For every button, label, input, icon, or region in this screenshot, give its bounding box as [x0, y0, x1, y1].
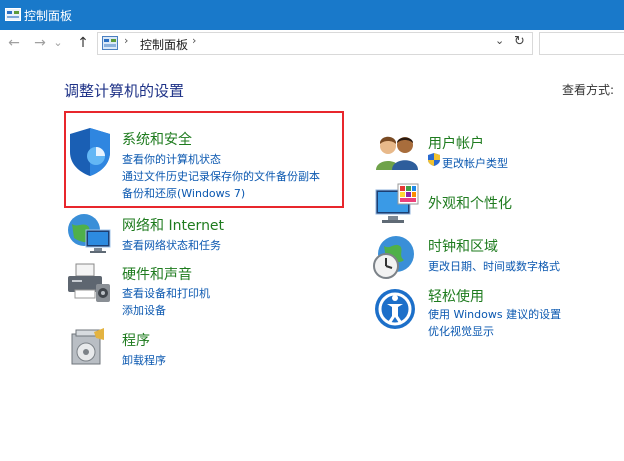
- category-hardware-sound[interactable]: 硬件和声音: [122, 264, 192, 284]
- category-appearance-personalization[interactable]: 外观和个性化: [428, 193, 512, 213]
- category-system-security[interactable]: 系统和安全: [122, 129, 192, 149]
- view-by-label[interactable]: 查看方式:: [562, 81, 614, 98]
- category-user-accounts[interactable]: 用户帐户: [428, 133, 484, 153]
- user-accounts-icon: [376, 136, 418, 170]
- link-change-account-type[interactable]: 更改帐户类型: [442, 155, 508, 171]
- category-clock-region[interactable]: 时钟和区域: [428, 236, 498, 256]
- link-devices-printers[interactable]: 查看设备和打印机: [122, 285, 210, 301]
- category-network-internet[interactable]: 网络和 Internet: [122, 215, 224, 235]
- recent-locations-button[interactable]: ⌄: [52, 34, 64, 52]
- link-optimize-visual-display[interactable]: 优化视觉显示: [428, 323, 494, 339]
- address-dropdown-button[interactable]: ⌄: [495, 34, 504, 47]
- title-bar: 控制面板: [0, 0, 624, 30]
- refresh-button[interactable]: ↻: [514, 34, 525, 49]
- breadcrumb-separator[interactable]: ›: [192, 34, 196, 47]
- category-ease-of-access[interactable]: 轻松使用: [428, 286, 484, 306]
- category-programs[interactable]: 程序: [122, 330, 150, 350]
- link-uninstall-program[interactable]: 卸载程序: [122, 352, 166, 368]
- link-view-computer-status[interactable]: 查看你的计算机状态: [122, 151, 221, 167]
- shield-icon: [70, 128, 110, 176]
- window-title: 控制面板: [24, 9, 73, 23]
- up-button[interactable]: ↑: [74, 34, 92, 52]
- printer-icon: [68, 263, 110, 302]
- uac-shield-icon: [428, 153, 440, 166]
- link-windows-recommended-settings[interactable]: 使用 Windows 建议的设置: [428, 306, 561, 322]
- network-globe-icon: [68, 214, 111, 253]
- link-file-history-backup[interactable]: 通过文件历史记录保存你的文件备份副本: [122, 168, 320, 184]
- page-title: 调整计算机的设置: [64, 82, 185, 100]
- link-change-date-time-format[interactable]: 更改日期、时间或数字格式: [428, 258, 560, 274]
- control-panel-icon: [5, 8, 21, 21]
- ease-of-access-icon: [375, 289, 415, 329]
- control-panel-icon: [102, 36, 118, 50]
- forward-button[interactable]: →: [31, 34, 49, 52]
- search-input[interactable]: [539, 32, 624, 55]
- back-button[interactable]: ←: [5, 34, 23, 52]
- programs-icon: [71, 328, 104, 365]
- appearance-icon: [375, 183, 419, 223]
- link-backup-restore[interactable]: 备份和还原(Windows 7): [122, 185, 245, 201]
- clock-globe-icon: [373, 236, 414, 279]
- link-add-device[interactable]: 添加设备: [122, 302, 166, 318]
- link-network-status[interactable]: 查看网络状态和任务: [122, 237, 221, 253]
- breadcrumb-separator: ›: [124, 34, 129, 47]
- address-bar[interactable]: › 控制面板 › ⌄ ↻: [97, 32, 533, 55]
- breadcrumb-control-panel[interactable]: 控制面板: [140, 36, 188, 53]
